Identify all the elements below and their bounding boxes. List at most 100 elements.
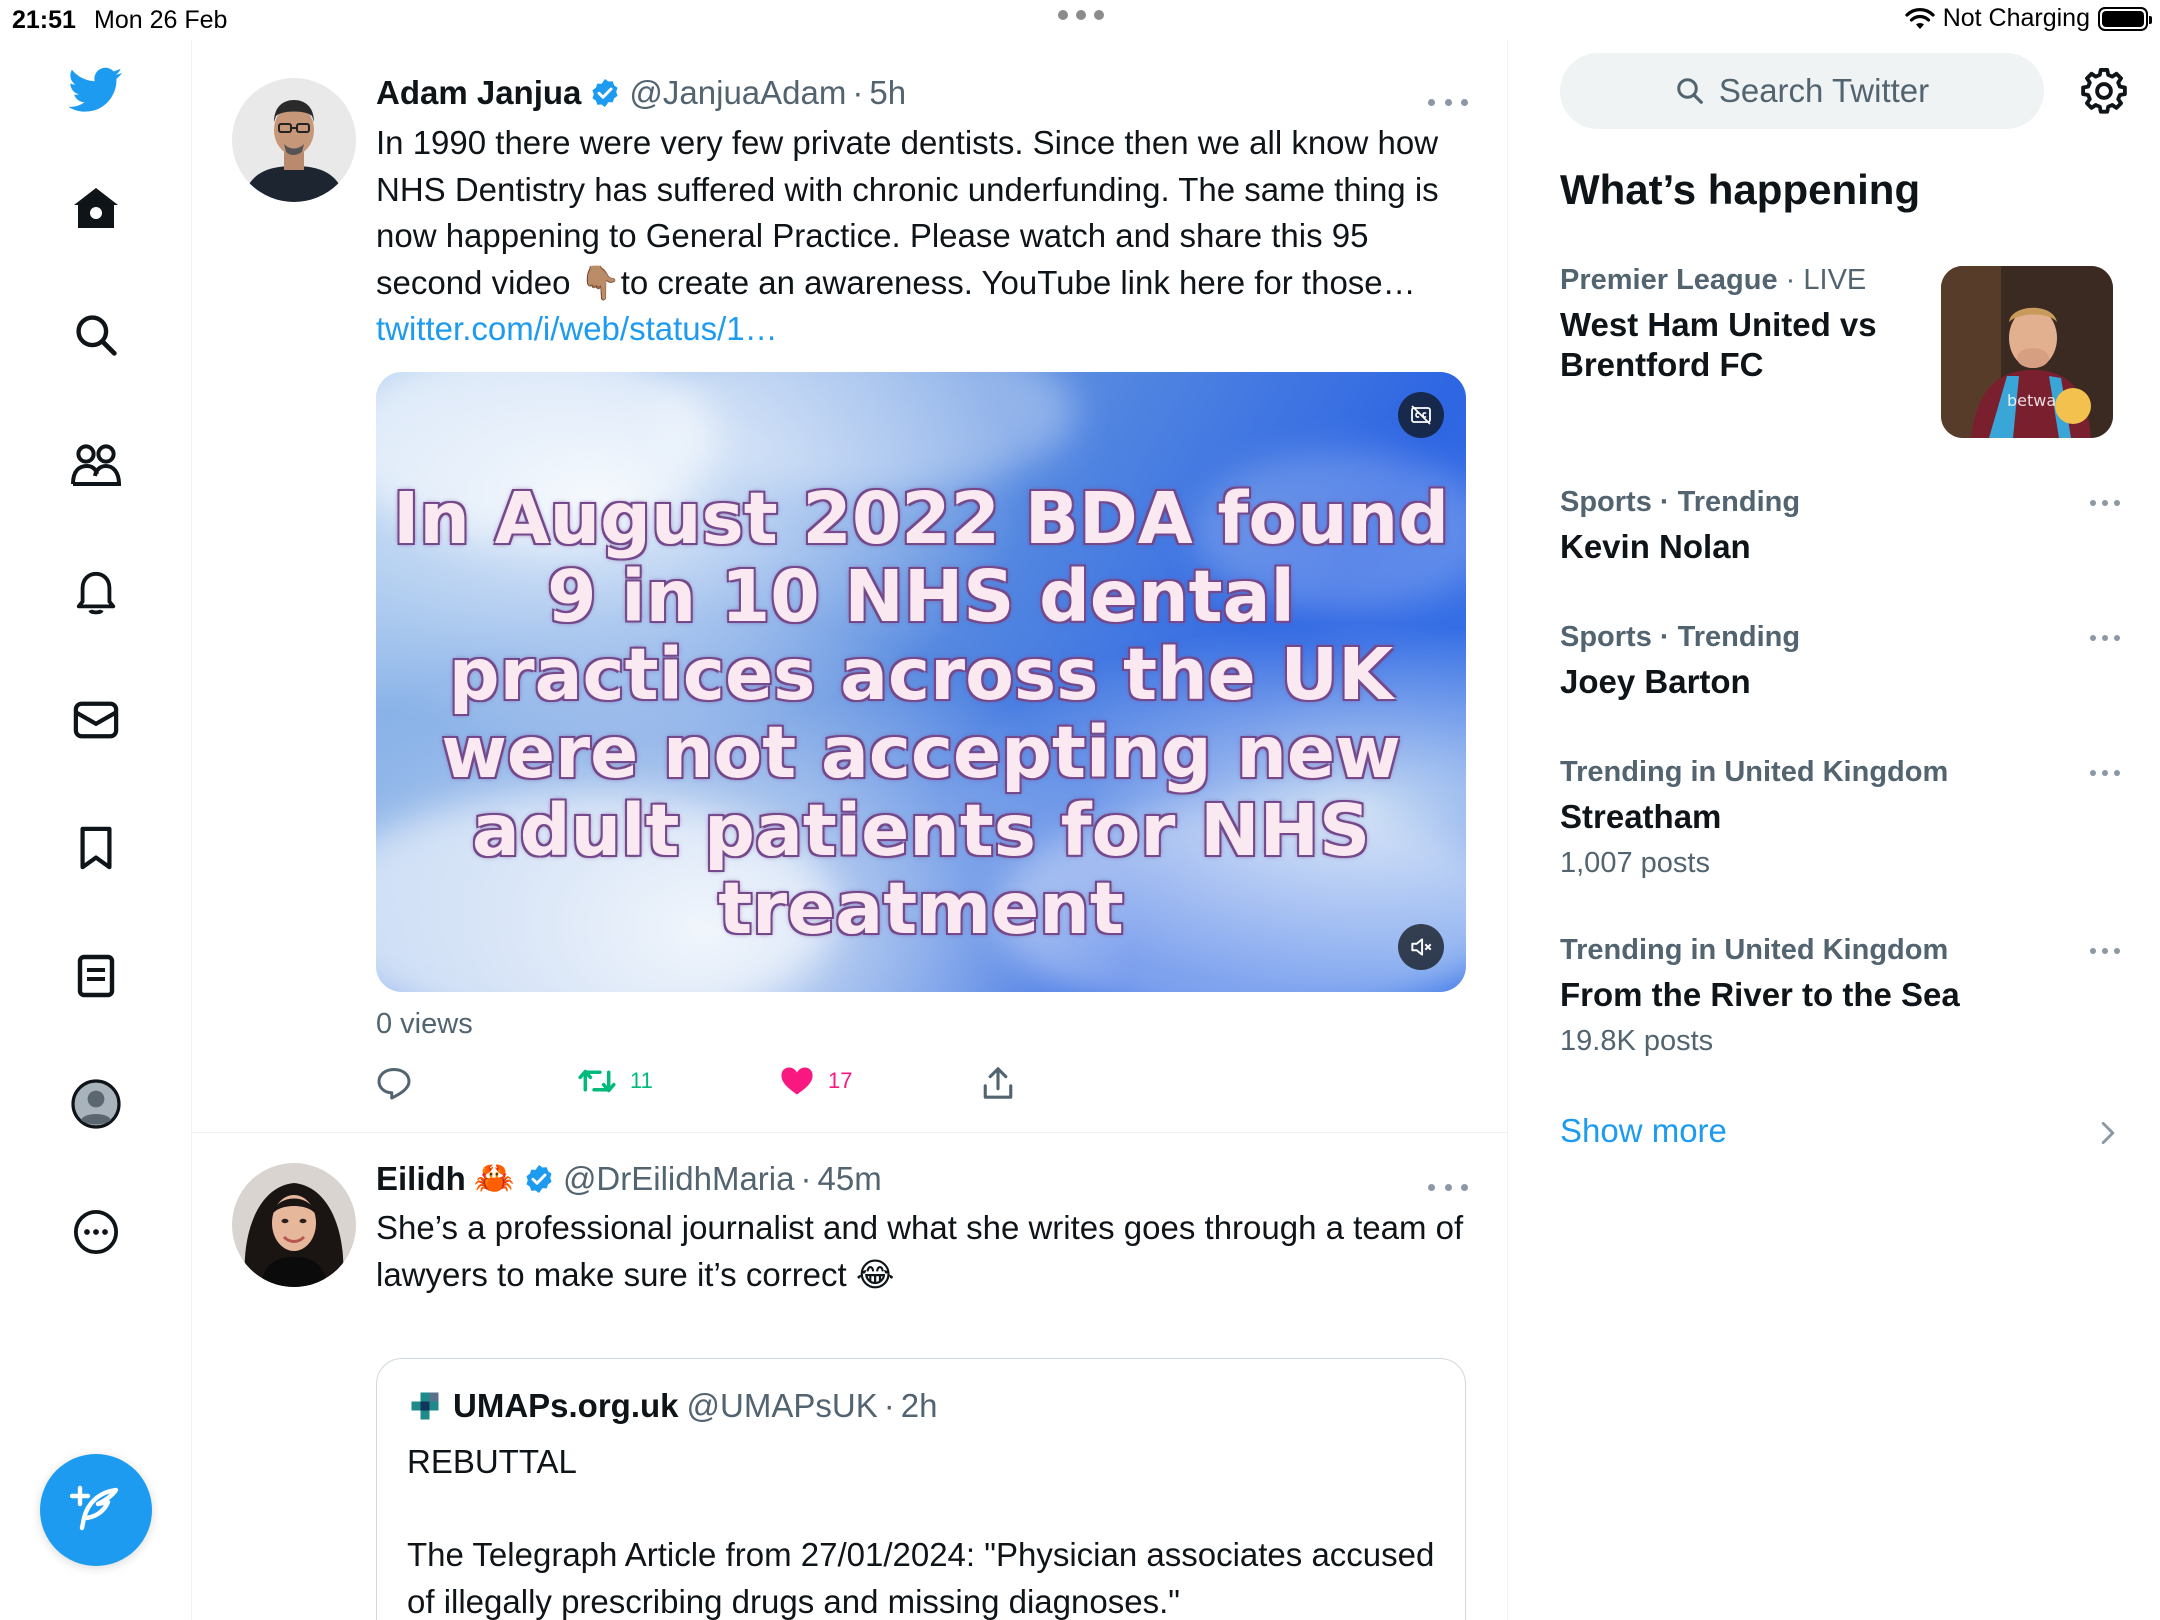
quoted-author-name[interactable]: UMAPs.org.uk	[453, 1387, 679, 1425]
trend-more-button[interactable]	[2090, 948, 2120, 956]
status-bar: 21:51 Mon 26 Feb Not Charging	[0, 0, 2160, 40]
trend-more-button[interactable]	[2090, 500, 2120, 508]
tweet[interactable]: Adam Janjua @JanjuaAdam · 5h In 1990 the…	[192, 40, 1507, 1133]
settings-button[interactable]	[2078, 65, 2130, 117]
search-placeholder: Search Twitter	[1718, 72, 1930, 109]
tweet-header: Eilidh 🦀 @DrEilidhMaria · 45m	[376, 1159, 882, 1198]
trend-category: Sports · Trending	[1560, 486, 1801, 518]
avatar[interactable]	[232, 78, 356, 202]
trend-more-button[interactable]	[2090, 635, 2120, 643]
crab-emoji: 🦀	[473, 1159, 515, 1196]
share-icon	[983, 1067, 1013, 1099]
tweet-actions: 11 17	[376, 1066, 1466, 1106]
tweet[interactable]: Eilidh 🦀 @DrEilidhMaria · 45m She’s a pr…	[192, 1133, 1507, 1620]
trend-more-button[interactable]	[2090, 770, 2120, 778]
lists-icon[interactable]	[66, 946, 126, 1006]
separator: ·	[852, 74, 864, 111]
trend-item[interactable]: Trending in United Kingdom Streatham 1,0…	[1560, 756, 2120, 880]
tweet-time[interactable]: 45m	[818, 1160, 882, 1198]
twitter-logo-icon[interactable]	[66, 60, 126, 120]
retweet-count: 11	[630, 1068, 653, 1093]
compose-tweet-button[interactable]	[40, 1454, 152, 1566]
trend-category: Trending in United Kingdom	[1560, 934, 1949, 966]
tweet-link[interactable]: twitter.com/i/web/status/1…	[376, 310, 778, 347]
status-time: 21:51	[12, 6, 76, 34]
messages-icon[interactable]	[66, 690, 126, 750]
svg-text:betwa: betwa	[2007, 391, 2056, 410]
trend-topic: From the River to the Sea	[1560, 976, 1960, 1013]
trend-post-count: 1,007 posts	[1560, 847, 1710, 879]
status-date: Mon 26 Feb	[94, 6, 228, 34]
reply-button[interactable]	[376, 1066, 412, 1100]
author-handle[interactable]: @JanjuaAdam	[629, 74, 846, 112]
captions-button[interactable]	[1398, 392, 1444, 438]
author-name[interactable]: Eilidh	[376, 1160, 466, 1198]
retweet-icon	[578, 1069, 616, 1093]
umaps-logo-icon	[411, 1392, 439, 1420]
quoted-author-handle[interactable]: @UMAPsUK	[687, 1387, 878, 1425]
trend-topic: West Ham United vs Brentford FC	[1560, 306, 1877, 383]
left-navigation	[0, 40, 192, 1620]
charging-status: Not Charging	[1942, 4, 2090, 32]
avatar[interactable]	[232, 1163, 356, 1287]
captions-icon	[1411, 405, 1431, 425]
timeline: Adam Janjua @JanjuaAdam · 5h In 1990 the…	[192, 40, 1508, 1620]
status-right: Not Charging	[1905, 4, 2152, 33]
chevron-right-icon	[2101, 1121, 2115, 1145]
home-icon[interactable]	[66, 178, 126, 238]
notifications-icon[interactable]	[66, 562, 126, 622]
feather-plus-icon	[70, 1485, 119, 1531]
battery-icon	[2098, 6, 2152, 31]
share-button[interactable]	[982, 1066, 1014, 1100]
wifi-icon	[1905, 7, 1935, 29]
mute-button[interactable]	[1398, 924, 1444, 970]
retweet-button[interactable]: 11	[578, 1066, 653, 1096]
author-name[interactable]: Adam Janjua	[376, 74, 581, 112]
quoted-tweet-time: 2h	[900, 1387, 938, 1424]
video-caption: In August 2022 BDA found 9 in 10 NHS den…	[392, 477, 1450, 950]
whats-happening-title: What’s happening	[1560, 166, 1921, 213]
view-count: 0 views	[376, 1008, 473, 1040]
trend-topic: Streatham	[1560, 798, 1722, 835]
trend-category: Sports · Trending	[1560, 621, 1801, 653]
quoted-tweet[interactable]: UMAPs.org.uk @UMAPsUK · 2h REBUTTAL The …	[376, 1358, 1466, 1620]
tweet-text: In 1990 there were very few private dent…	[376, 120, 1466, 353]
search-input[interactable]: Search Twitter	[1560, 53, 2044, 129]
author-handle[interactable]: @DrEilidhMaria	[563, 1160, 795, 1198]
reply-icon	[377, 1068, 411, 1100]
heart-icon	[781, 1067, 813, 1095]
multitasking-dots[interactable]	[1058, 8, 1104, 22]
trend-category: Trending in United Kingdom	[1560, 756, 1949, 788]
trend-item[interactable]: Sports · Trending Kevin Nolan	[1560, 486, 2120, 567]
tweet-more-button[interactable]	[1428, 1177, 1468, 1197]
separator: ·	[883, 1387, 895, 1424]
profile-icon[interactable]	[66, 1074, 126, 1134]
tweet-video[interactable]: In August 2022 BDA found 9 in 10 NHS den…	[376, 372, 1466, 992]
trend-item[interactable]: Trending in United Kingdom From the Rive…	[1560, 934, 2120, 1058]
like-button[interactable]: 17	[780, 1066, 852, 1096]
tweet-text: She’s a professional journalist and what…	[376, 1209, 1464, 1293]
trend-topic: Kevin Nolan	[1560, 528, 1751, 565]
bookmarks-icon[interactable]	[66, 818, 126, 878]
tweet-time[interactable]: 5h	[869, 74, 906, 112]
trend-thumbnail[interactable]: betwa	[1941, 266, 2113, 438]
tweet-body: In 1990 there were very few private dent…	[376, 124, 1439, 301]
show-more-link[interactable]: Show more	[1560, 1112, 1727, 1150]
trend-item[interactable]: Sports · Trending Joey Barton	[1560, 621, 2120, 702]
quoted-tweet-header: UMAPs.org.uk @UMAPsUK · 2h	[407, 1387, 937, 1425]
trend-item[interactable]: Premier League · LIVE West Ham United vs…	[1560, 264, 1930, 385]
tweet-more-button[interactable]	[1428, 92, 1468, 112]
gear-icon	[2081, 68, 2127, 114]
verified-badge-icon	[523, 1163, 555, 1195]
tweet-header: Adam Janjua @JanjuaAdam · 5h	[376, 74, 906, 112]
verified-badge-icon	[589, 77, 621, 109]
communities-icon[interactable]	[66, 434, 126, 494]
trend-category: Premier League · LIVE	[1560, 264, 1867, 296]
trend-post-count: 19.8K posts	[1560, 1025, 1714, 1057]
trend-topic: Joey Barton	[1560, 663, 1751, 700]
explore-icon[interactable]	[66, 305, 126, 365]
search-icon	[1677, 78, 1703, 104]
separator: ·	[800, 1159, 812, 1197]
quoted-tweet-text: REBUTTAL The Telegraph Article from 27/0…	[407, 1443, 1435, 1620]
more-icon[interactable]	[66, 1202, 126, 1262]
